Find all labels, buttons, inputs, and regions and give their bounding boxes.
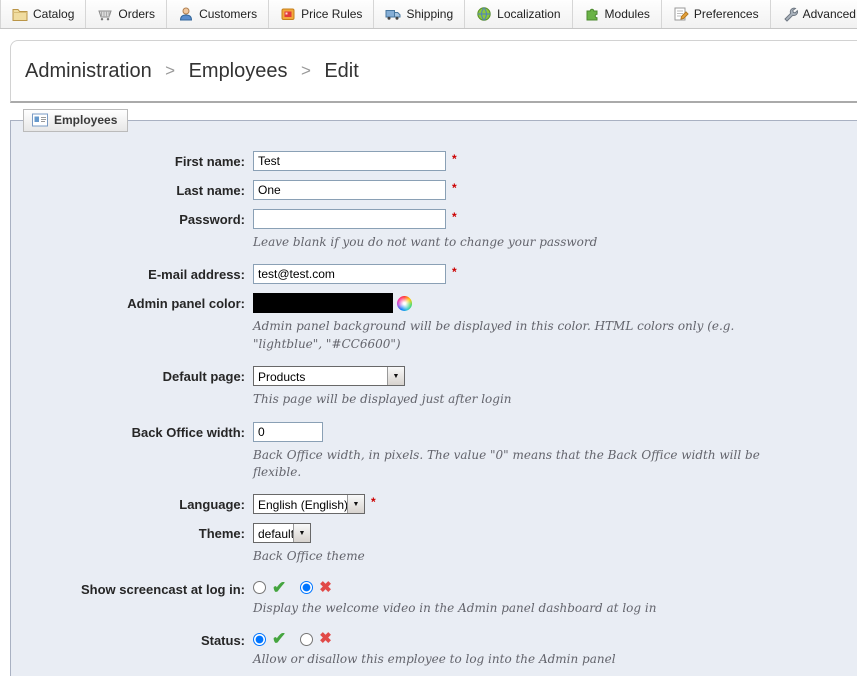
panel-legend-label: Employees bbox=[54, 113, 118, 127]
tab-orders[interactable]: Orders bbox=[86, 0, 168, 28]
screencast-yes-radio[interactable] bbox=[253, 581, 266, 595]
tab-modules[interactable]: Modules bbox=[572, 0, 662, 28]
truck-icon bbox=[385, 10, 401, 20]
breadcrumb-employees[interactable]: Employees bbox=[189, 60, 288, 82]
first-name-label: First name: bbox=[174, 154, 245, 169]
preferences-icon bbox=[674, 7, 689, 21]
puzzle-icon bbox=[586, 8, 598, 21]
field-hint: Back Office width, in pixels. The value … bbox=[253, 447, 760, 479]
field-hint: Back Office theme bbox=[253, 549, 365, 564]
tab-customers[interactable]: Customers bbox=[167, 0, 270, 28]
tab-label: Advanced Parameters bbox=[802, 7, 857, 21]
tab-label: Shipping bbox=[406, 7, 454, 21]
status-row: Status: ✔ ✖ Allow or disallow this emplo… bbox=[11, 630, 849, 676]
customer-icon bbox=[180, 7, 193, 21]
tab-label: Customers bbox=[199, 7, 258, 21]
check-icon: ✔ bbox=[272, 629, 287, 649]
theme-row: Theme: default ▼ Back Office theme bbox=[11, 523, 849, 578]
price-tag-icon bbox=[281, 8, 295, 20]
breadcrumb: Administration > Employees > Edit bbox=[10, 40, 857, 103]
screencast-no-radio[interactable] bbox=[300, 581, 314, 595]
bo-width-input[interactable] bbox=[253, 421, 323, 442]
tab-advanced-parameters[interactable]: Advanced Parameters bbox=[770, 0, 857, 28]
dropdown-arrow-icon: ▼ bbox=[293, 524, 310, 543]
theme-select[interactable]: default ▼ bbox=[253, 523, 311, 544]
last-name-row: Last name: * bbox=[11, 180, 849, 200]
dropdown-arrow-icon: ▼ bbox=[347, 495, 364, 514]
required-asterisk: * bbox=[452, 210, 457, 224]
tab-label: Price Rules bbox=[301, 7, 363, 21]
screencast-row: Show screencast at log in: ✔ ✖ Display t… bbox=[11, 579, 849, 630]
tab-price-rules[interactable]: Price Rules bbox=[269, 0, 375, 28]
theme-label: Theme: bbox=[198, 526, 245, 542]
first-name-input[interactable] bbox=[253, 151, 446, 171]
password-label: Password: bbox=[179, 212, 245, 227]
admin-color-row: Admin panel color: Admin panel backgroun… bbox=[11, 293, 849, 366]
cart-icon bbox=[98, 10, 113, 21]
wrench-icon bbox=[783, 7, 798, 22]
default-page-select[interactable]: Products ▼ bbox=[253, 366, 405, 387]
theme-value: default bbox=[258, 527, 293, 542]
color-picker-icon[interactable] bbox=[397, 296, 412, 312]
email-row: E-mail address: * bbox=[11, 264, 849, 285]
default-page-label: Default page: bbox=[162, 369, 245, 385]
breadcrumb-administration[interactable]: Administration bbox=[25, 60, 152, 82]
required-asterisk: * bbox=[452, 152, 457, 166]
dropdown-arrow-icon: ▼ bbox=[387, 367, 404, 386]
default-page-value: Products bbox=[258, 370, 306, 385]
default-page-row: Default page: Products ▼ This page will … bbox=[11, 366, 849, 421]
globe-icon bbox=[477, 7, 491, 21]
required-asterisk: * bbox=[452, 265, 457, 280]
email-label: E-mail address: bbox=[148, 267, 245, 283]
status-no-radio[interactable] bbox=[300, 632, 314, 646]
password-row: Password: * Leave blank if you do not wa… bbox=[11, 209, 849, 264]
field-hint: Allow or disallow this employee to log i… bbox=[253, 652, 616, 667]
required-asterisk: * bbox=[452, 181, 457, 195]
field-hint: Admin panel background will be displayed… bbox=[253, 319, 735, 351]
top-nav: Catalog Orders Customers Price Rules Shi… bbox=[0, 0, 857, 29]
field-hint: Leave blank if you do not want to change… bbox=[253, 235, 598, 249]
bo-width-row: Back Office width: Back Office width, in… bbox=[11, 421, 849, 495]
tab-label: Catalog bbox=[33, 7, 75, 21]
language-label: Language: bbox=[179, 497, 245, 513]
cross-icon: ✖ bbox=[319, 578, 332, 596]
employee-card-icon bbox=[32, 113, 48, 127]
last-name-input[interactable] bbox=[253, 180, 446, 200]
first-name-row: First name: * bbox=[11, 151, 849, 171]
field-hint: Display the welcome video in the Admin p… bbox=[253, 600, 657, 615]
tab-label: Modules bbox=[604, 7, 650, 21]
tab-catalog[interactable]: Catalog bbox=[0, 0, 87, 28]
admin-color-input[interactable] bbox=[253, 293, 393, 314]
panel-legend: Employees bbox=[23, 109, 129, 132]
field-hint: This page will be displayed just after l… bbox=[253, 392, 512, 407]
bo-width-label: Back Office width: bbox=[131, 424, 245, 440]
password-input[interactable] bbox=[253, 209, 446, 229]
tab-localization[interactable]: Localization bbox=[465, 0, 573, 28]
employees-panel: Employees First name: * Last name: * Pas… bbox=[10, 109, 857, 676]
tab-label: Localization bbox=[497, 7, 561, 21]
admin-color-label: Admin panel color: bbox=[127, 296, 245, 312]
tab-shipping[interactable]: Shipping bbox=[374, 0, 466, 28]
language-row: Language: English (English) ▼ * bbox=[11, 494, 849, 515]
breadcrumb-separator: > bbox=[165, 61, 176, 80]
check-icon: ✔ bbox=[272, 577, 287, 597]
breadcrumb-edit: Edit bbox=[324, 60, 359, 82]
email-input[interactable] bbox=[253, 264, 446, 285]
tab-label: Preferences bbox=[693, 7, 759, 21]
folder-icon bbox=[12, 9, 28, 21]
last-name-label: Last name: bbox=[176, 183, 245, 198]
language-select[interactable]: English (English) ▼ bbox=[253, 494, 365, 515]
language-value: English (English) bbox=[258, 498, 347, 513]
tab-preferences[interactable]: Preferences bbox=[661, 0, 771, 28]
breadcrumb-separator: > bbox=[300, 61, 311, 80]
required-asterisk: * bbox=[371, 495, 376, 510]
status-yes-radio[interactable] bbox=[253, 632, 266, 646]
screencast-label: Show screencast at log in: bbox=[81, 581, 245, 597]
cross-icon: ✖ bbox=[319, 630, 332, 648]
status-label: Status: bbox=[200, 633, 245, 649]
tab-label: Orders bbox=[118, 7, 156, 21]
